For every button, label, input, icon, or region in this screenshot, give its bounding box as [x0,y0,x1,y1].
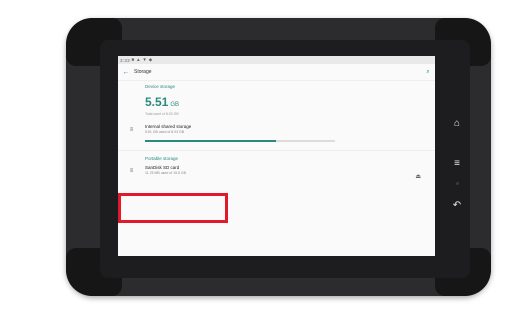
toolbar: ← Storage ⌕ [118,64,435,81]
storage-icon: ≡ [129,127,134,133]
camera-icon [456,182,459,185]
internal-storage-bar-fill [145,140,277,142]
back-icon[interactable]: ↶ [449,200,465,211]
sd-card-detail: 11.78 MB used of 15.5 GB [145,171,186,175]
back-arrow-icon[interactable]: ← [118,69,134,76]
used-total: 5.51 GB [118,93,435,111]
page-title: Storage [134,69,152,75]
sd-card-icon: ≡ [129,168,134,174]
highlight-box [118,193,228,223]
internal-storage-bar [145,140,335,142]
internal-storage-detail: 5.51 GB used of 8.03 GB [145,130,185,134]
eject-icon[interactable]: ⏏ [415,173,421,180]
status-icons: ■ ▲ ▼ ◆ [129,57,153,62]
menu-icon[interactable]: ≡ [449,158,465,169]
status-bar: 3:33 ■ ▲ ▼ ◆ [118,56,435,64]
status-time: 3:33 [120,57,130,63]
divider [118,150,435,151]
portable-storage-header: Portable storage [145,156,179,161]
internal-storage-title: Internal shared storage [145,124,192,129]
sd-card-item[interactable]: ≡ SanDisk SD card 11.78 MB used of 15.5 … [118,165,435,180]
used-value: 5.51 [145,95,169,109]
home-icon[interactable]: ⌂ [449,118,465,129]
search-icon[interactable]: ⌕ [421,69,435,76]
used-unit: GB [170,102,180,108]
screen: 3:33 ■ ▲ ▼ ◆ ← Storage ⌕ Device storage … [118,56,435,256]
internal-storage-item[interactable]: ≡ Internal shared storage 5.51 GB used o… [118,120,435,136]
device-storage-header: Device storage [145,84,176,89]
total-used-text: Total used of 8.03 GB [145,112,179,116]
sd-card-title: SanDisk SD card [145,165,180,170]
